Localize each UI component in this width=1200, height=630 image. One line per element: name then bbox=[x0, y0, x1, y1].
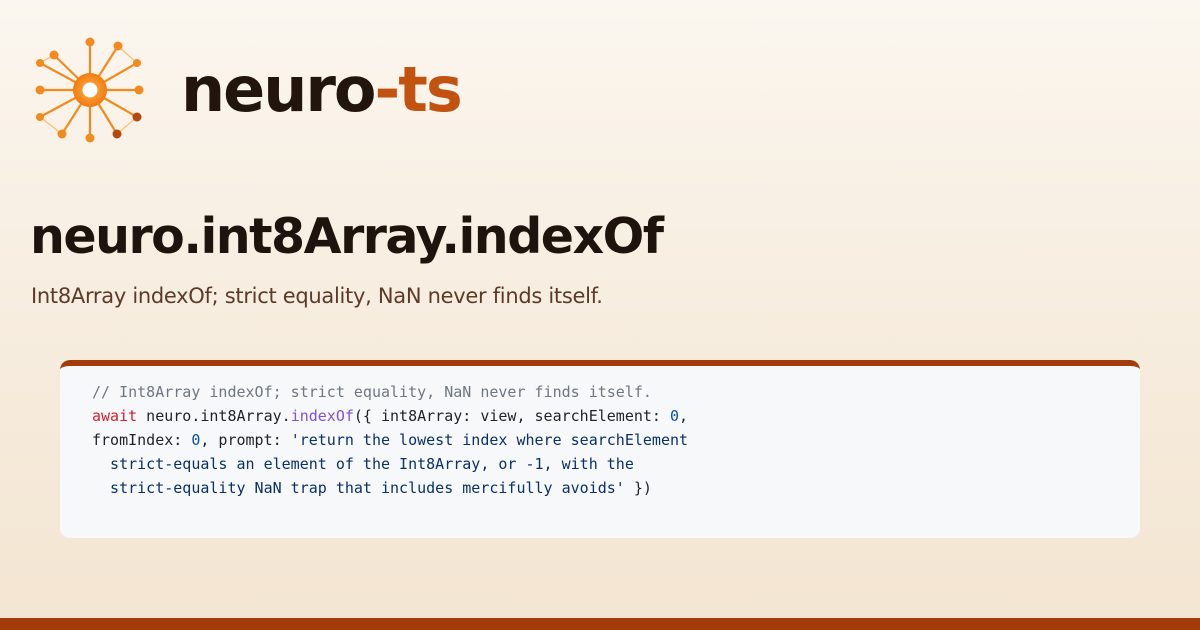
neural-sunburst-icon bbox=[35, 37, 144, 143]
code-block: // Int8Array indexOf; strict equality, N… bbox=[60, 360, 1140, 538]
page-title: neuro.int8Array.indexOf bbox=[30, 208, 664, 265]
code-prompt-key: , prompt: bbox=[200, 431, 291, 449]
brand-name-accent: -ts bbox=[374, 53, 463, 126]
code-object-path: neuro.int8Array. bbox=[137, 407, 291, 425]
code-args-comma: , bbox=[679, 407, 689, 425]
code-method-name: indexOf bbox=[290, 407, 354, 425]
brand-name: neuro bbox=[181, 53, 376, 126]
code-keyword-await: await bbox=[92, 407, 138, 425]
brand-wordmark: neuro-ts bbox=[181, 50, 463, 130]
code-comment: // Int8Array indexOf; strict equality, N… bbox=[92, 383, 652, 401]
page-subtitle: Int8Array indexOf; strict equality, NaN … bbox=[31, 284, 603, 308]
code-args-open: ({ int8Array: view, searchElement: bbox=[353, 407, 670, 425]
footer-accent-bar bbox=[0, 618, 1200, 630]
code-prompt-line-2: strict-equals an element of the Int8Arra… bbox=[92, 455, 634, 473]
code-snippet: // Int8Array indexOf; strict equality, N… bbox=[92, 380, 688, 500]
code-prompt-line-1: 'return the lowest index where searchEle… bbox=[290, 431, 689, 449]
code-prompt-line-3: strict-equality NaN trap that includes m… bbox=[92, 479, 625, 497]
code-args-close: }) bbox=[624, 479, 652, 497]
code-search-value: 0 bbox=[669, 407, 680, 425]
code-from-key: fromIndex: bbox=[92, 431, 192, 449]
